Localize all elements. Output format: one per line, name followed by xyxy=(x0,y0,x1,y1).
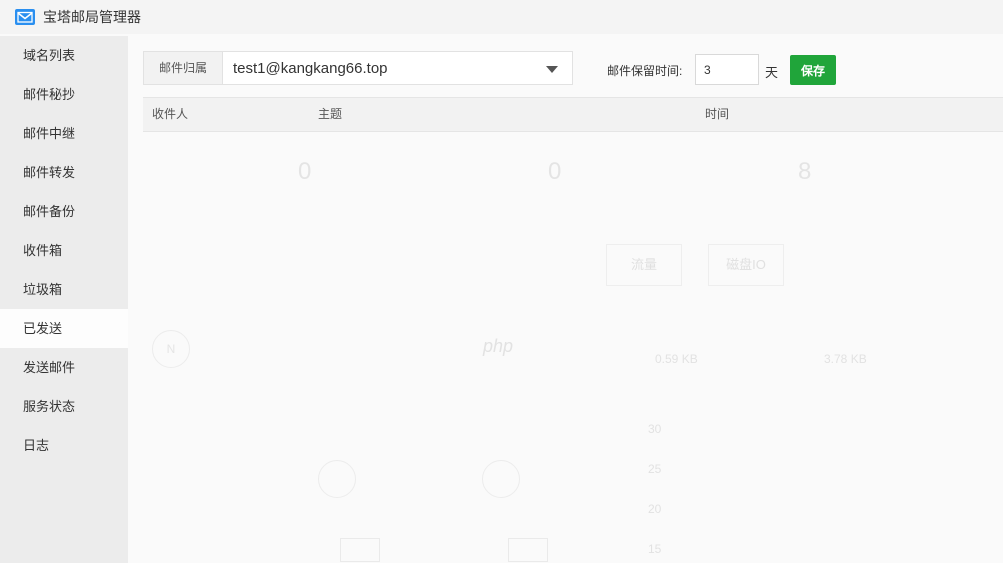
waf-icon xyxy=(318,460,356,498)
mail-owner-label: 邮件归属 xyxy=(144,52,223,84)
bg-stat: 8 xyxy=(798,158,812,185)
mail-owner-select[interactable]: test1@kangkang66.top xyxy=(223,52,572,84)
caret-down-icon xyxy=(546,66,558,73)
sidebar-item-spam[interactable]: 垃圾箱 xyxy=(0,270,128,309)
bg-axis-tick: 15 xyxy=(648,542,662,556)
mail-owner-group: 邮件归属 test1@kangkang66.top xyxy=(143,51,573,85)
nginx-icon: N xyxy=(152,330,190,368)
bg-axis-tick: 30 xyxy=(648,422,662,436)
sidebar-item-mail-bcc[interactable]: 邮件秘抄 xyxy=(0,75,128,114)
sidebar-item-service-status[interactable]: 服务状态 xyxy=(0,387,128,426)
bg-button xyxy=(508,538,548,562)
app-title: 宝塔邮局管理器 xyxy=(43,9,141,25)
mail-icon xyxy=(15,9,35,25)
bg-axis-tick: 25 xyxy=(648,462,662,476)
sent-mail-table-header: 收件人 主题 时间 xyxy=(143,97,1003,132)
retention-unit: 天 xyxy=(765,65,779,80)
bg-axis-tick: 20 xyxy=(648,502,662,516)
bg-traffic: 3.78 KB xyxy=(824,352,867,366)
globe-icon xyxy=(482,460,520,498)
mail-owner-value: test1@kangkang66.top xyxy=(233,60,388,77)
sidebar-item-inbox[interactable]: 收件箱 xyxy=(0,231,128,270)
bg-tab: 磁盘IO xyxy=(708,244,784,286)
bg-traffic: 0.59 KB xyxy=(655,352,698,366)
sidebar-item-domain-list[interactable]: 域名列表 xyxy=(0,36,128,75)
sidebar-item-logs[interactable]: 日志 xyxy=(0,426,128,465)
sidebar-item-mail-backup[interactable]: 邮件备份 xyxy=(0,192,128,231)
retention-label: 邮件保留时间: xyxy=(607,64,683,78)
bg-stat: 0 xyxy=(298,158,312,185)
column-recipient[interactable]: 收件人 xyxy=(152,98,188,131)
bg-button xyxy=(340,538,380,562)
sidebar-item-send-mail[interactable]: 发送邮件 xyxy=(0,348,128,387)
sidebar-item-mail-relay[interactable]: 邮件中继 xyxy=(0,114,128,153)
title-bar: 宝塔邮局管理器 xyxy=(0,0,1003,34)
bg-tab: 流量 xyxy=(606,244,682,286)
retention-days-input[interactable] xyxy=(695,54,759,85)
column-subject[interactable]: 主题 xyxy=(318,98,342,131)
column-time[interactable]: 时间 xyxy=(705,98,729,131)
save-button[interactable]: 保存 xyxy=(790,55,836,85)
sidebar: 域名列表 邮件秘抄 邮件中继 邮件转发 邮件备份 收件箱 垃圾箱 已发送 发送邮… xyxy=(0,36,128,563)
php-icon: php xyxy=(483,336,514,356)
sidebar-item-sent[interactable]: 已发送 xyxy=(0,309,128,348)
sidebar-item-mail-forward[interactable]: 邮件转发 xyxy=(0,153,128,192)
bg-stat: 0 xyxy=(548,158,562,185)
